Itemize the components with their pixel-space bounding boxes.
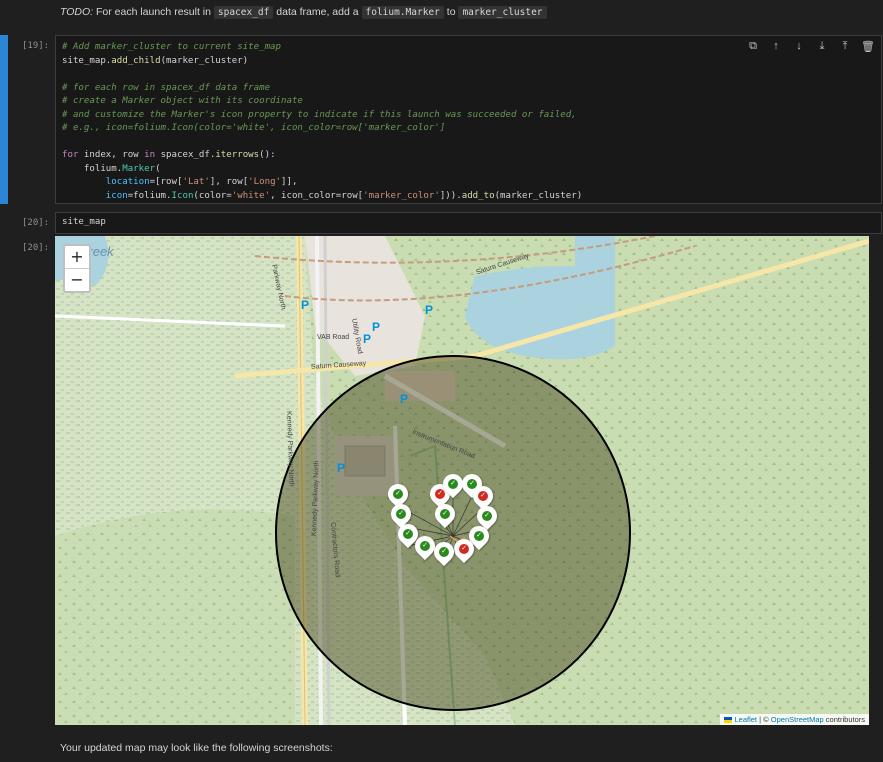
code-token: (color= <box>193 190 232 201</box>
marker-status-icon: ✓ <box>439 547 449 557</box>
parking-label: P <box>425 303 434 317</box>
marker-status-icon: ✓ <box>435 489 445 499</box>
code-token: (): <box>259 150 276 160</box>
marker-status-icon: ✓ <box>482 511 492 521</box>
zoom-out-button[interactable]: − <box>65 268 89 291</box>
code-token: (marker_cluster) <box>160 55 249 66</box>
leaflet-link[interactable]: Leaflet <box>735 715 758 724</box>
inline-code: spacex_df <box>213 6 274 19</box>
code-token: 'Long' <box>248 177 282 187</box>
code-token: (marker_cluster) <box>494 190 583 201</box>
code-token: , icon_color=row[ <box>270 190 364 201</box>
marker-status-icon: ✓ <box>459 544 469 554</box>
marker-status-icon: ✓ <box>393 489 403 499</box>
todo-text: data frame, add a <box>273 6 362 18</box>
todo-markdown: TODO: For each launch result in spacex_d… <box>60 6 547 19</box>
cell-toolbar: ⧉ ↑ ↓ ⤓ ⤒ 🗑 <box>746 40 875 53</box>
code-comment: # for each row in spacex_df data frame <box>62 82 271 93</box>
active-cell-indicator <box>0 35 8 204</box>
code-token: icon <box>62 190 128 201</box>
code-comment: # and customize the Marker's icon proper… <box>62 109 577 120</box>
code-token: 'white' <box>231 190 271 201</box>
todo-text: to <box>443 6 459 18</box>
marker-status-icon: ✓ <box>474 531 484 541</box>
code-cell-20[interactable]: site_map <box>55 212 882 234</box>
code-cell-19[interactable]: ⧉ ↑ ↓ ⤓ ⤒ 🗑 # Add marker_cluster to curr… <box>55 35 882 204</box>
code-token: 'marker_color' <box>363 190 440 201</box>
attribution-separator: | © <box>757 715 771 724</box>
delete-icon[interactable]: 🗑 <box>861 40 875 53</box>
leaflet-flag-icon <box>724 717 733 724</box>
move-down-icon[interactable]: ↓ <box>792 40 806 53</box>
code-token: index, row <box>78 150 145 160</box>
inline-code: folium.Marker <box>361 6 444 19</box>
output-prompt: [20]: <box>22 243 50 253</box>
todo-prefix: TODO: <box>60 6 94 18</box>
code-token: =[row[ <box>149 177 183 187</box>
marker-status-icon: ✓ <box>420 541 430 551</box>
insert-below-icon[interactable]: ⤓ <box>815 40 829 53</box>
code-token: for <box>62 150 79 160</box>
footer-markdown: Your updated map may look like the follo… <box>60 742 333 754</box>
code-comment: # Add marker_cluster to current site_map <box>62 42 281 52</box>
todo-text: For each launch result in <box>93 6 214 18</box>
code-token: =folium. <box>127 190 172 201</box>
code-token: Icon <box>171 190 194 201</box>
code-comment: # e.g., icon=folium.Icon(color='white', … <box>62 123 446 133</box>
marker-status-icon: ✓ <box>403 529 413 539</box>
parking-label: P <box>363 332 372 346</box>
code-token: 'Lat' <box>182 177 210 187</box>
inline-code: marker_cluster <box>458 6 547 19</box>
zoom-in-button[interactable]: + <box>65 246 89 268</box>
marker-status-icon: ✓ <box>448 479 458 489</box>
code-token: folium. <box>62 163 123 174</box>
code-editor[interactable]: # Add marker_cluster to current site_map… <box>56 36 881 208</box>
code-token: ( <box>155 163 161 174</box>
map-label: VAB Road <box>317 334 350 341</box>
cell-prompt: [20]: <box>22 218 50 228</box>
code-token: site_map. <box>62 55 112 66</box>
parking-label: P <box>372 320 381 334</box>
folium-map[interactable]: ✓ ✓ ✓ ✓ ✓ ✓ ✓ ✓ ✓ ✓ ✓ ✓ ✓ Creek Parkway North Saturn… <box>55 236 869 725</box>
move-up-icon[interactable]: ↑ <box>769 40 783 53</box>
marker-cluster: ✓ ✓ ✓ ✓ ✓ ✓ ✓ ✓ ✓ ✓ ✓ ✓ ✓ <box>55 236 869 725</box>
parking-label: P <box>337 461 346 475</box>
map-attribution: Leaflet | © OpenStreetMap contributors <box>720 714 869 725</box>
code-token: ]], <box>281 177 298 187</box>
parking-label: P <box>301 298 310 312</box>
code-token: add_child <box>111 55 161 66</box>
marker-status-icon: ✓ <box>396 509 406 519</box>
code-editor[interactable]: site_map <box>56 213 881 233</box>
parking-label: P <box>400 392 409 406</box>
cell-prompt: [19]: <box>22 41 50 51</box>
code-token: iterrows <box>215 150 260 160</box>
code-token: add_to <box>461 190 495 201</box>
code-token: Marker <box>122 163 156 174</box>
insert-above-icon[interactable]: ⤒ <box>838 40 852 53</box>
code-token: in <box>144 150 156 160</box>
code-token: ])). <box>439 190 462 201</box>
marker-status-icon: ✓ <box>478 491 488 501</box>
marker-status-icon: ✓ <box>440 509 450 519</box>
osm-link[interactable]: OpenStreetMap <box>771 715 824 724</box>
code-token: location <box>62 177 150 187</box>
zoom-control: + − <box>63 244 91 293</box>
split-cell-icon[interactable]: ⧉ <box>746 40 760 53</box>
attribution-tail: contributors <box>823 715 865 724</box>
code-token: ], row[ <box>209 177 249 187</box>
code-token: spacex_df. <box>155 150 216 160</box>
code-comment: # create a Marker object with its coordi… <box>62 96 303 106</box>
